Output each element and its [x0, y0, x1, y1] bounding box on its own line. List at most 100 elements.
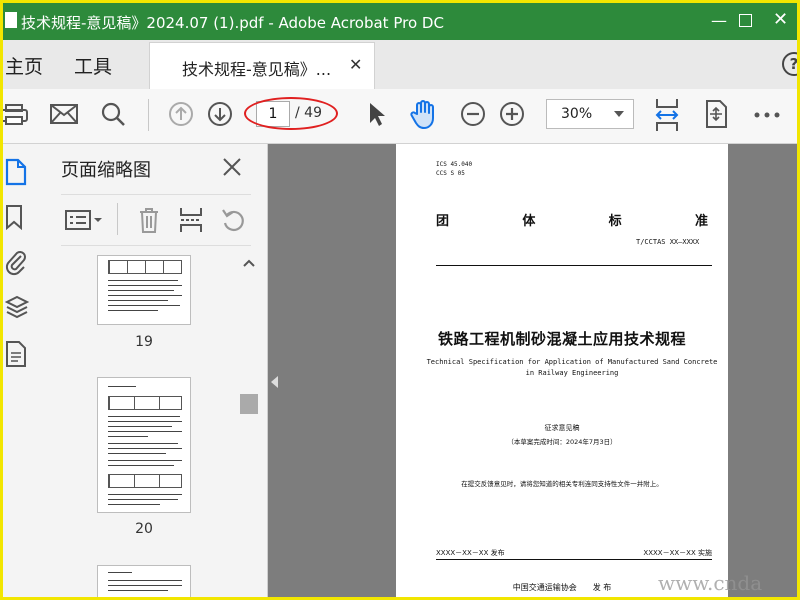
- standard-code: T/CCTAS XX—XXXX: [636, 238, 700, 246]
- ics-code: ICS 45.040: [436, 161, 473, 168]
- pdf-file-icon: [5, 12, 17, 28]
- fit-page-icon[interactable]: [654, 97, 680, 133]
- content-icon[interactable]: [5, 340, 27, 368]
- thumbnail-line: [108, 310, 158, 311]
- page-thumbnails-icon[interactable]: [5, 158, 27, 186]
- scroll-up-icon[interactable]: [242, 258, 256, 268]
- tab-document-label: 技术规程-意见稿》...: [182, 60, 332, 79]
- thumbnail-line: [108, 290, 174, 291]
- toolbar: 1 / 49 30%: [3, 89, 797, 144]
- thumbnail-line: [108, 460, 182, 461]
- navigation-rail: [3, 144, 44, 597]
- close-panel-icon[interactable]: [221, 156, 243, 182]
- next-page-icon[interactable]: [207, 101, 233, 127]
- more-options-icon[interactable]: [754, 111, 780, 119]
- options-menu-icon[interactable]: [65, 209, 103, 231]
- zoom-in-icon[interactable]: [499, 101, 525, 127]
- thumbnail-line: [108, 416, 180, 417]
- scrollbar-thumb[interactable]: [240, 394, 258, 414]
- issue-date: XXXX－XX－XX 发布: [436, 549, 505, 557]
- thumbnail-line: [108, 499, 178, 500]
- delete-icon[interactable]: [138, 206, 160, 234]
- watermark-text: www.cnda: [658, 571, 763, 595]
- thumbnail-line: [108, 305, 180, 306]
- thumbnail-line: [108, 590, 168, 591]
- thumbnail-table: [108, 260, 182, 274]
- thumbnail-line: [108, 426, 172, 427]
- hand-tool-icon[interactable]: [409, 98, 439, 130]
- select-cursor-icon[interactable]: [367, 101, 387, 127]
- attachment-icon[interactable]: [5, 248, 27, 276]
- panel-toolbar: [61, 194, 251, 246]
- rotate-icon[interactable]: [221, 207, 247, 233]
- thumbnail-panel: 页面缩略图 19 20: [43, 144, 268, 597]
- window-title: 技术规程-意见稿》2024.07 (1).pdf - Adobe Acrobat…: [21, 14, 444, 32]
- tab-bar: 主页 工具 技术规程-意见稿》... ✕ ?: [3, 40, 797, 90]
- document-viewport: ICS 45.040 CCS S 05 团 体 标 准 T/CCTAS XX—X…: [268, 144, 797, 597]
- thumbnail-line: [108, 295, 182, 296]
- tab-home[interactable]: 主页: [5, 52, 43, 79]
- layers-icon[interactable]: [5, 294, 29, 322]
- email-icon[interactable]: [50, 103, 78, 125]
- help-icon[interactable]: ?: [782, 52, 797, 76]
- implementation-date: XXXX－XX－XX 实施: [643, 549, 712, 557]
- full-screen-icon[interactable]: [703, 99, 729, 129]
- thumbnail-table: [108, 396, 182, 410]
- print-icon[interactable]: [3, 101, 29, 127]
- thumbnail-line: [108, 448, 182, 449]
- thumbnail-line: [108, 465, 174, 466]
- standard-char: 团: [436, 214, 450, 229]
- thumbnail-line: [108, 421, 182, 422]
- title-bar: 技术规程-意见稿》2024.07 (1).pdf - Adobe Acrobat…: [3, 3, 797, 40]
- page-thumbnail[interactable]: [97, 377, 191, 513]
- thumbnail-line: [108, 443, 178, 444]
- thumbnail-page-number: 20: [135, 521, 153, 537]
- tab-close-icon[interactable]: ✕: [349, 55, 362, 74]
- standard-char: 体: [522, 214, 536, 229]
- thumbnail-scrollbar[interactable]: [239, 252, 259, 597]
- footer-rule: [436, 559, 712, 560]
- standard-char: 准: [694, 214, 708, 229]
- panel-separator: [117, 203, 118, 235]
- thumbnail-line: [108, 494, 182, 495]
- ccs-code: CCS S 05: [436, 170, 465, 177]
- page-thumbnail[interactable]: [97, 255, 191, 325]
- app-window: 技术规程-意见稿》2024.07 (1).pdf - Adobe Acrobat…: [0, 0, 800, 600]
- thumbnail-line: [108, 572, 132, 573]
- minimize-icon[interactable]: —: [711, 11, 727, 30]
- thumbnail-line: [108, 585, 182, 586]
- thumbnail-line: [108, 580, 182, 581]
- maximize-icon[interactable]: [739, 14, 752, 27]
- standard-char: 标: [608, 214, 622, 229]
- collapse-panel-icon[interactable]: [271, 376, 278, 388]
- thumbnail-table: [108, 474, 182, 488]
- bookmark-icon[interactable]: [5, 204, 23, 230]
- close-window-icon[interactable]: ✕: [773, 9, 788, 30]
- english-title: Technical Specification for Application …: [426, 358, 718, 377]
- tab-tools[interactable]: 工具: [74, 52, 112, 79]
- zoom-select[interactable]: 30%: [546, 99, 634, 129]
- thumbnail-line: [108, 285, 182, 286]
- draft-date: （本草案完成时间：2024年7月3日）: [507, 438, 617, 446]
- thumbnail-line: [108, 436, 148, 437]
- draft-label: 征求意见稿: [544, 424, 580, 432]
- thumbnail-page-number: 19: [135, 334, 153, 350]
- chinese-title: 铁路工程机制砂混凝土应用技术规程: [437, 330, 686, 348]
- extract-pages-icon[interactable]: [178, 206, 204, 234]
- classification-codes: ICS 45.040 CCS S 05: [436, 160, 472, 178]
- previous-page-icon[interactable]: [168, 101, 194, 127]
- page-thumbnail[interactable]: [97, 565, 191, 597]
- tab-document[interactable]: 技术规程-意见稿》... ✕: [149, 42, 375, 90]
- toolbar-separator: [148, 99, 149, 131]
- pdf-page: ICS 45.040 CCS S 05 团 体 标 准 T/CCTAS XX—X…: [396, 144, 728, 597]
- thumbnail-line: [108, 431, 182, 432]
- header-rule: [436, 265, 712, 266]
- thumbnail-line: [108, 504, 160, 505]
- thumbnail-line: [108, 386, 136, 387]
- chevron-down-icon: [614, 111, 624, 117]
- zoom-out-icon[interactable]: [460, 101, 486, 127]
- thumbnail-line: [108, 280, 178, 281]
- thumbnail-line: [108, 453, 166, 454]
- search-icon[interactable]: [100, 101, 126, 127]
- zoom-value: 30%: [561, 106, 593, 122]
